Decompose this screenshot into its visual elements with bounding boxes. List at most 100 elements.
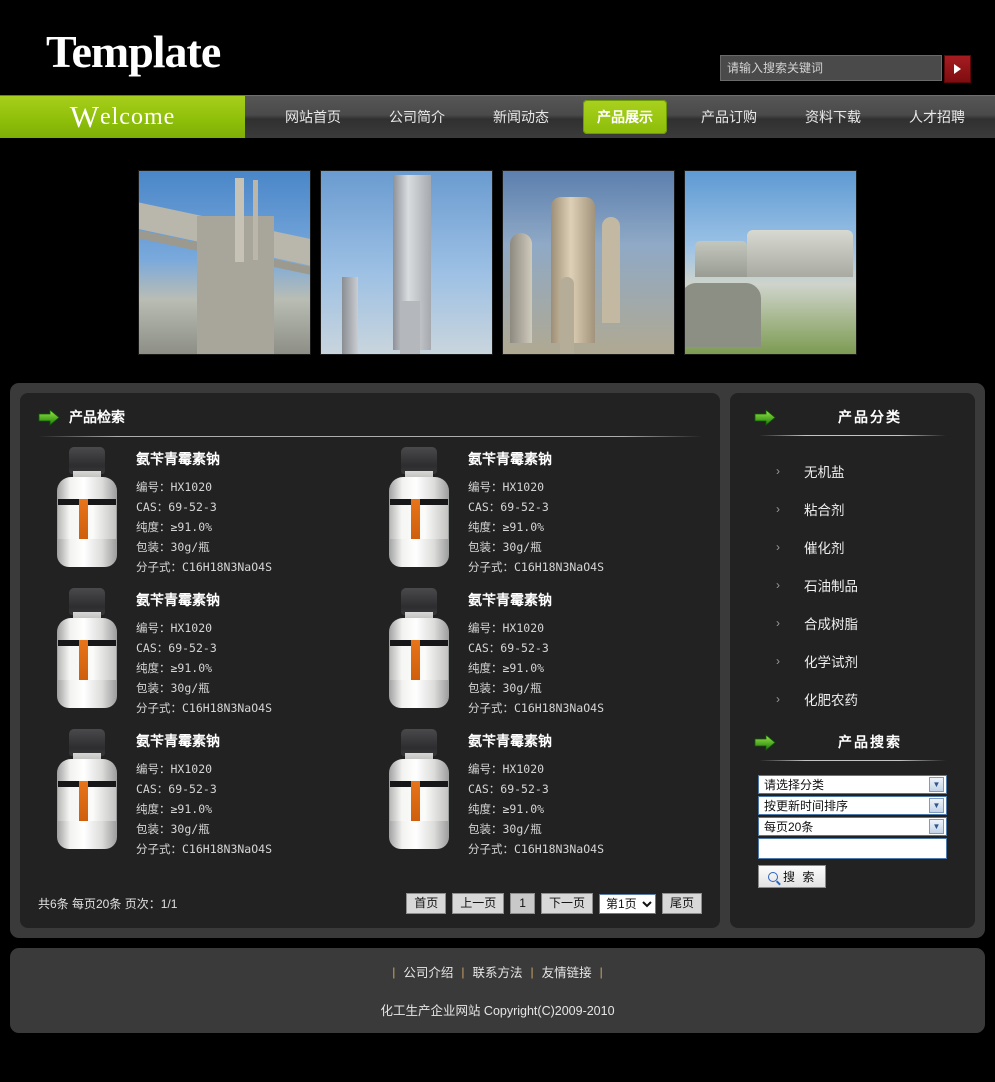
- product-cas-value: 69-52-3: [168, 782, 217, 796]
- product-card[interactable]: 氨苄青霉素钠 编号：HX1020 CAS：69-52-3 纯度：≥91.0% 包…: [38, 729, 370, 870]
- bottle-label-stripe: [411, 499, 420, 539]
- product-card[interactable]: 氨苄青霉素钠 编号：HX1020 CAS：69-52-3 纯度：≥91.0% 包…: [370, 588, 702, 729]
- product-card[interactable]: 氨苄青霉素钠 编号：HX1020 CAS：69-52-3 纯度：≥91.0% 包…: [38, 447, 370, 588]
- product-cas-label: CAS：: [468, 641, 501, 655]
- pagination-controls: 首页 上一页 1 下一页 第1页 尾页: [406, 893, 702, 914]
- product-card[interactable]: 氨苄青霉素钠 编号：HX1020 CAS：69-52-3 纯度：≥91.0% 包…: [370, 729, 702, 870]
- product-card[interactable]: 氨苄青霉素钠 编号：HX1020 CAS：69-52-3 纯度：≥91.0% 包…: [38, 588, 370, 729]
- search-sort-select[interactable]: 按更新时间排序 ▼: [758, 796, 947, 815]
- site-footer: | 公司介绍 | 联系方法 | 友情链接 | 化工生产企业网站 Copyrigh…: [10, 948, 985, 1033]
- product-package-line: 包装：30g/瓶: [468, 537, 604, 557]
- header-search-submit-button[interactable]: [944, 55, 971, 83]
- search-perpage-value: 每页20条: [764, 820, 814, 834]
- product-info: 氨苄青霉素钠 编号：HX1020 CAS：69-52-3 纯度：≥91.0% 包…: [136, 729, 272, 859]
- product-formula-value: C16H18N3NaO4S: [514, 560, 605, 574]
- header-search-input[interactable]: [720, 55, 942, 81]
- bottle-label-stripe: [79, 499, 88, 539]
- product-formula-value: C16H18N3NaO4S: [514, 701, 605, 715]
- category-label: 石油制品: [804, 579, 858, 594]
- product-purity-line: 纯度：≥91.0%: [468, 799, 604, 819]
- nav-item-products[interactable]: 产品展示: [583, 100, 667, 134]
- product-name[interactable]: 氨苄青霉素钠: [136, 449, 272, 469]
- pagination-stats: 共6条 每页20条 页次：1/1: [38, 897, 178, 911]
- category-label: 无机盐: [804, 465, 845, 480]
- product-cas-label: CAS：: [136, 782, 169, 796]
- nav-item-about[interactable]: 公司简介: [375, 100, 459, 134]
- product-list-title: 产品检索: [69, 409, 125, 425]
- pagination-first-button[interactable]: 首页: [406, 893, 447, 914]
- site-logo: Template: [46, 26, 221, 77]
- product-cas-line: CAS：69-52-3: [468, 638, 604, 658]
- product-name[interactable]: 氨苄青霉素钠: [468, 449, 604, 469]
- product-cas-value: 69-52-3: [500, 782, 549, 796]
- category-item-chemical-reagent[interactable]: › 化学试剂: [744, 642, 961, 680]
- category-item-fertilizer-pesticide[interactable]: › 化肥农药: [744, 680, 961, 718]
- nav-welcome-badge: Welcome: [0, 96, 245, 138]
- product-name[interactable]: 氨苄青霉素钠: [468, 731, 604, 751]
- product-bottle-image: [52, 447, 122, 567]
- pagination-page-select[interactable]: 第1页: [598, 893, 656, 914]
- nav-item-order[interactable]: 产品订购: [687, 100, 771, 134]
- footer-link-contact[interactable]: 联系方法: [472, 962, 522, 981]
- banner-image-1: [138, 170, 311, 355]
- product-formula-line: 分子式：C16H18N3NaO4S: [136, 698, 272, 718]
- footer-link-friendly-links[interactable]: 友情链接: [542, 962, 592, 981]
- chevron-down-icon: ▼: [929, 798, 944, 813]
- category-item-synthetic-resin[interactable]: › 合成树脂: [744, 604, 961, 642]
- main-content-wrapper: 产品检索 氨苄青霉素钠 编号：HX1020 CAS：69-52-3 纯度：≥91…: [10, 383, 985, 938]
- product-code-label: 编号：: [468, 480, 503, 494]
- search-perpage-select[interactable]: 每页20条 ▼: [758, 817, 947, 836]
- product-formula-line: 分子式：C16H18N3NaO4S: [136, 839, 272, 859]
- category-item-adhesive[interactable]: › 粘合剂: [744, 490, 961, 528]
- nav-item-careers[interactable]: 人才招聘: [895, 100, 979, 134]
- sidebar-category-header: 产品分类: [744, 405, 961, 435]
- product-bottle-image: [52, 729, 122, 849]
- product-purity-label: 纯度：: [468, 520, 503, 534]
- search-category-select[interactable]: 请选择分类 ▼: [758, 775, 947, 794]
- product-bottle-image: [384, 447, 454, 567]
- category-item-petroleum-products[interactable]: › 石油制品: [744, 566, 961, 604]
- bottle-cap: [69, 588, 105, 615]
- product-purity-value: ≥91.0%: [502, 802, 545, 816]
- product-card[interactable]: 氨苄青霉素钠 编号：HX1020 CAS：69-52-3 纯度：≥91.0% 包…: [370, 447, 702, 588]
- search-keyword-input[interactable]: [758, 838, 947, 859]
- nav-item-downloads[interactable]: 资料下载: [791, 100, 875, 134]
- product-bottle-image: [384, 588, 454, 708]
- product-info: 氨苄青霉素钠 编号：HX1020 CAS：69-52-3 纯度：≥91.0% 包…: [468, 447, 604, 577]
- footer-link-about[interactable]: 公司介绍: [403, 962, 453, 981]
- product-cas-label: CAS：: [136, 500, 169, 514]
- pagination-next-button[interactable]: 下一页: [540, 893, 593, 914]
- product-formula-line: 分子式：C16H18N3NaO4S: [136, 557, 272, 577]
- search-submit-button[interactable]: 搜 索: [758, 865, 827, 888]
- product-formula-line: 分子式：C16H18N3NaO4S: [468, 557, 604, 577]
- product-package-line: 包装：30g/瓶: [136, 819, 272, 839]
- footer-separator: |: [392, 964, 396, 979]
- product-info: 氨苄青霉素钠 编号：HX1020 CAS：69-52-3 纯度：≥91.0% 包…: [136, 588, 272, 718]
- product-formula-value: C16H18N3NaO4S: [182, 842, 273, 856]
- category-label: 催化剂: [804, 541, 845, 556]
- product-info: 氨苄青霉素钠 编号：HX1020 CAS：69-52-3 纯度：≥91.0% 包…: [468, 729, 604, 859]
- product-name[interactable]: 氨苄青霉素钠: [136, 590, 272, 610]
- category-item-inorganic-salt[interactable]: › 无机盐: [744, 452, 961, 490]
- bottle-cap: [69, 729, 105, 756]
- chevron-right-icon: ›: [776, 540, 780, 554]
- product-package-label: 包装：: [468, 681, 503, 695]
- product-purity-value: ≥91.0%: [502, 520, 545, 534]
- product-package-label: 包装：: [468, 540, 503, 554]
- product-name[interactable]: 氨苄青霉素钠: [468, 590, 604, 610]
- footer-separator: |: [599, 964, 603, 979]
- sidebar-search-title: 产品搜索: [838, 734, 902, 750]
- product-formula-value: C16H18N3NaO4S: [182, 560, 273, 574]
- category-item-catalyst[interactable]: › 催化剂: [744, 528, 961, 566]
- pagination-prev-button[interactable]: 上一页: [452, 893, 505, 914]
- category-label: 化肥农药: [804, 693, 858, 708]
- product-code-value: HX1020: [170, 621, 213, 635]
- search-icon: [768, 871, 778, 882]
- product-name[interactable]: 氨苄青霉素钠: [136, 731, 272, 751]
- nav-item-home[interactable]: 网站首页: [271, 100, 355, 134]
- nav-item-news[interactable]: 新闻动态: [479, 100, 563, 134]
- product-code-value: HX1020: [502, 762, 545, 776]
- bottle-label-stripe: [79, 781, 88, 821]
- pagination-last-button[interactable]: 尾页: [661, 893, 702, 914]
- product-cas-value: 69-52-3: [500, 500, 549, 514]
